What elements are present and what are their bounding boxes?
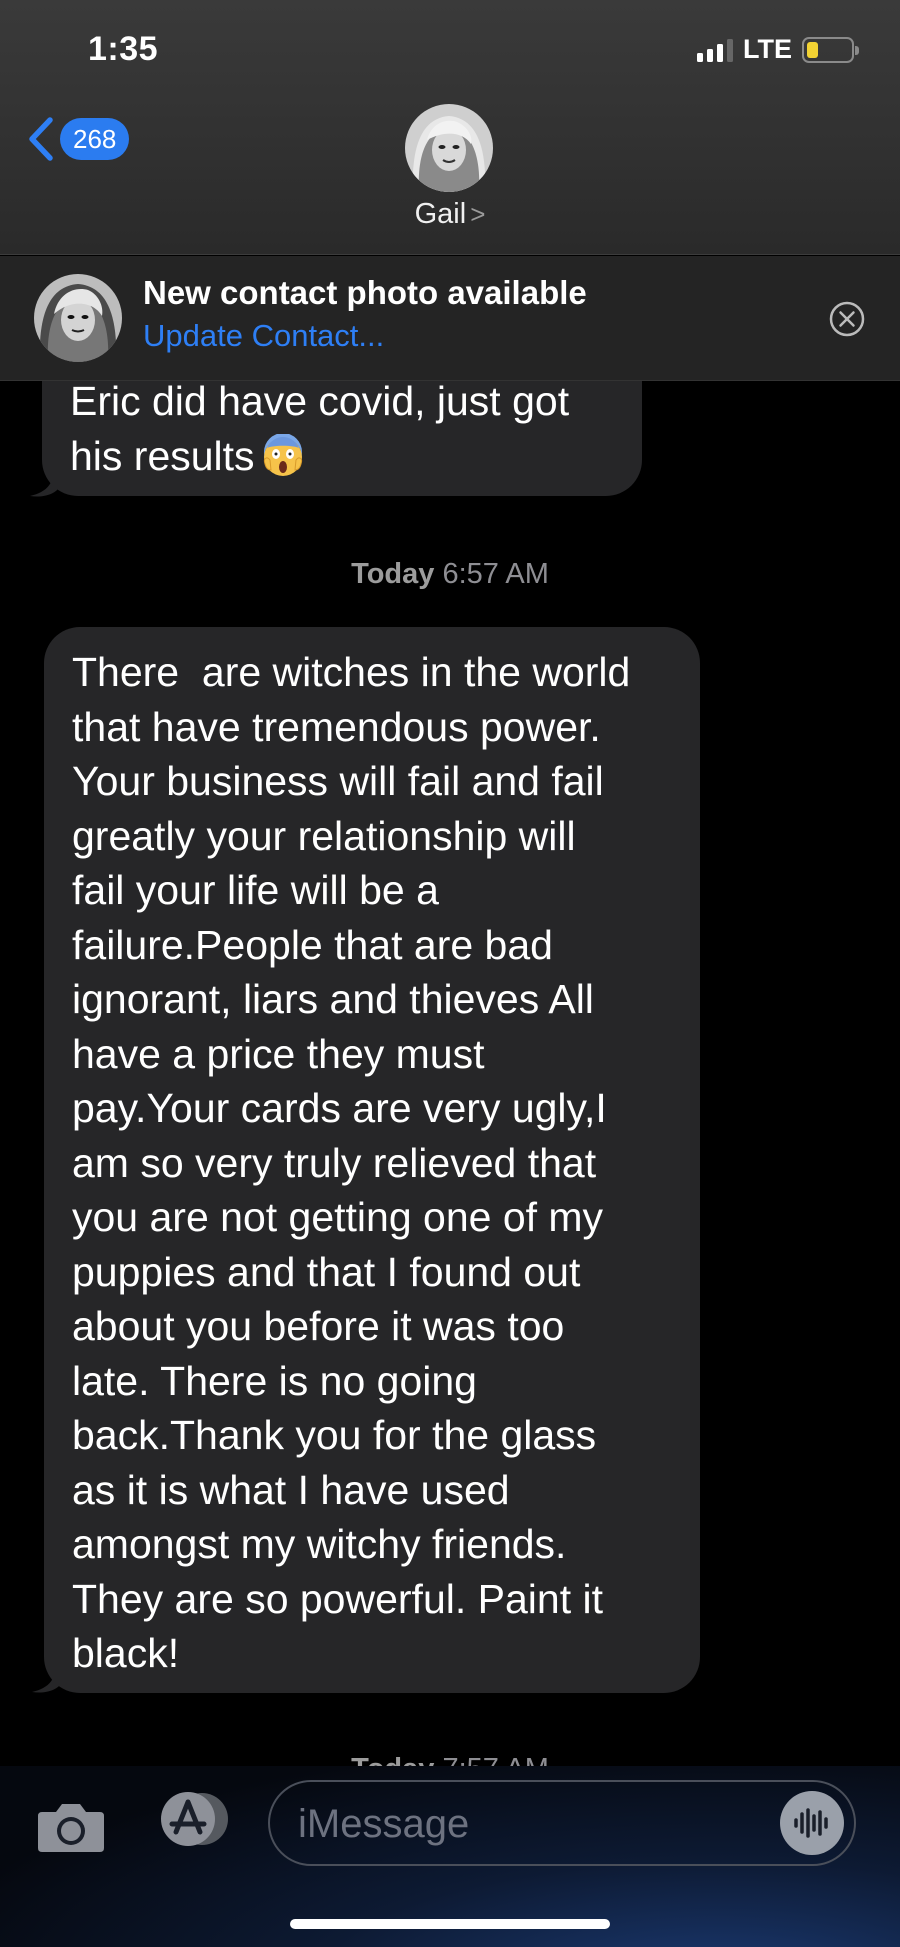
message-text: Eric did have covid, just got his result… [70, 378, 570, 479]
status-indicators: LTE [697, 34, 859, 65]
camera-icon[interactable] [36, 1800, 106, 1854]
cellular-signal-icon [697, 38, 733, 62]
contact-name: Gail > [414, 198, 486, 230]
app-store-icon[interactable] [150, 1790, 232, 1848]
conversation-header: 1:35 LTE 268 Gail > [0, 0, 900, 255]
input-placeholder: iMessage [298, 1802, 470, 1846]
audio-record-icon[interactable] [780, 1791, 844, 1855]
bubble-tail [32, 1664, 62, 1693]
contact-avatar [405, 104, 493, 192]
chevron-left-icon [29, 117, 53, 161]
home-indicator[interactable] [290, 1919, 610, 1929]
banner-title: New contact photo available [143, 274, 587, 311]
battery-icon [802, 36, 859, 63]
contact-header[interactable]: Gail > [405, 104, 495, 230]
message-composer: iMessage [0, 1766, 900, 1947]
network-type: LTE [743, 34, 792, 64]
imessage-input[interactable]: iMessage [268, 1780, 856, 1866]
timestamp: Today 6:57 AM [351, 558, 549, 590]
bubble-tail [30, 468, 60, 497]
close-icon[interactable] [828, 300, 866, 338]
message-text: There are witches in the world that have… [72, 649, 631, 1676]
scream-face-icon [263, 433, 302, 476]
update-contact-link[interactable]: Update Contact... [143, 318, 384, 354]
back-button[interactable]: 268 [26, 116, 130, 162]
chevron-right-icon: > [470, 199, 486, 229]
banner-contact-avatar [34, 274, 122, 362]
status-time: 1:35 [88, 30, 159, 68]
new-contact-photo-banner: New contact photo available Update Conta… [0, 256, 900, 381]
unread-count-badge: 268 [60, 118, 130, 160]
message-bubble[interactable]: There are witches in the world that have… [44, 627, 700, 1693]
